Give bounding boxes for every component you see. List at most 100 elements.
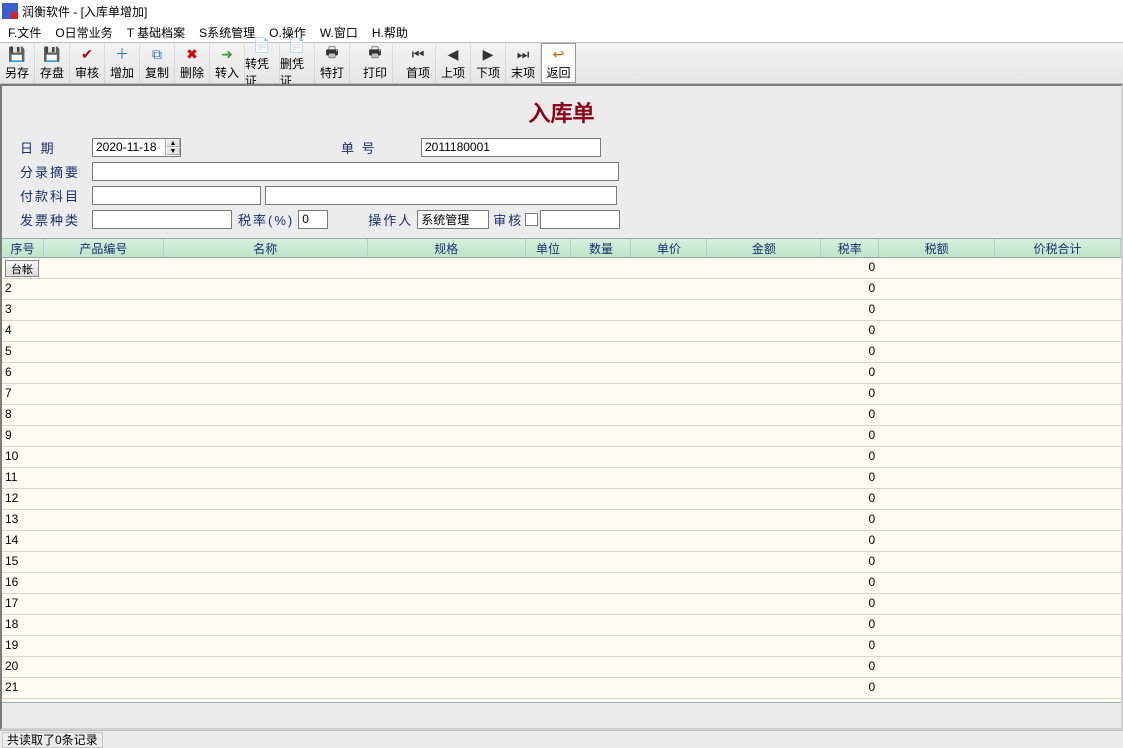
toolbar-首项[interactable]: ⏮首项 <box>401 43 436 83</box>
cell[interactable] <box>631 363 707 383</box>
cell[interactable] <box>164 678 368 698</box>
cell-rownum[interactable]: 10 <box>2 447 44 467</box>
cell[interactable] <box>995 279 1121 299</box>
cell[interactable] <box>631 468 707 488</box>
cell[interactable] <box>368 447 526 467</box>
date-field[interactable] <box>93 140 165 154</box>
invoice-input[interactable] <box>92 210 232 229</box>
table-row[interactable]: 100 <box>2 447 1121 468</box>
cell[interactable] <box>368 405 526 425</box>
cell-rownum[interactable]: 5 <box>2 342 44 362</box>
col-名称[interactable]: 名称 <box>164 239 368 257</box>
cell[interactable] <box>526 657 572 677</box>
cell-rownum[interactable]: 6 <box>2 363 44 383</box>
cell[interactable] <box>526 405 572 425</box>
cell[interactable] <box>631 657 707 677</box>
auditor-input[interactable] <box>540 210 620 229</box>
cell[interactable] <box>526 342 572 362</box>
table-row[interactable]: 140 <box>2 531 1121 552</box>
cell[interactable] <box>572 678 632 698</box>
operator-input[interactable] <box>417 210 489 229</box>
cell[interactable] <box>44 531 164 551</box>
col-规格[interactable]: 规格 <box>368 239 526 257</box>
col-税额[interactable]: 税额 <box>879 239 995 257</box>
cell[interactable] <box>44 594 164 614</box>
table-row[interactable]: 40 <box>2 321 1121 342</box>
cell[interactable] <box>995 468 1121 488</box>
cell[interactable] <box>44 342 164 362</box>
cell[interactable] <box>631 531 707 551</box>
col-价税合计[interactable]: 价税合计 <box>995 239 1121 257</box>
cell[interactable] <box>707 405 821 425</box>
cell-rownum[interactable]: 21 <box>2 678 44 698</box>
cell[interactable] <box>995 384 1121 404</box>
cell[interactable] <box>44 363 164 383</box>
cell[interactable] <box>526 468 572 488</box>
cell[interactable] <box>995 321 1121 341</box>
table-row[interactable]: 130 <box>2 510 1121 531</box>
cell[interactable] <box>572 300 632 320</box>
cell[interactable] <box>879 384 995 404</box>
cell[interactable] <box>44 300 164 320</box>
cell[interactable] <box>631 258 707 278</box>
cell-taxrate[interactable]: 0 <box>821 405 879 425</box>
cell[interactable] <box>879 363 995 383</box>
cell[interactable] <box>164 594 368 614</box>
cell-taxrate[interactable]: 0 <box>821 678 879 698</box>
cell[interactable] <box>995 426 1121 446</box>
cell[interactable] <box>707 489 821 509</box>
cell[interactable] <box>707 279 821 299</box>
cell[interactable] <box>164 552 368 572</box>
col-金额[interactable]: 金额 <box>707 239 821 257</box>
cell[interactable] <box>572 489 632 509</box>
cell[interactable] <box>572 363 632 383</box>
cell[interactable] <box>707 594 821 614</box>
cell[interactable] <box>526 426 572 446</box>
cell[interactable] <box>572 447 632 467</box>
cell[interactable] <box>995 594 1121 614</box>
cell[interactable] <box>631 384 707 404</box>
cell-taxrate[interactable]: 0 <box>821 279 879 299</box>
cell-rownum[interactable]: 18 <box>2 615 44 635</box>
cell[interactable] <box>368 468 526 488</box>
menu-item-2[interactable]: T 基础档案 <box>127 24 185 41</box>
cell-taxrate[interactable]: 0 <box>821 363 879 383</box>
cell[interactable] <box>44 573 164 593</box>
table-row[interactable]: 60 <box>2 363 1121 384</box>
cell[interactable] <box>44 405 164 425</box>
cell[interactable] <box>707 615 821 635</box>
cell[interactable] <box>526 279 572 299</box>
cell[interactable] <box>631 636 707 656</box>
cell[interactable] <box>164 573 368 593</box>
cell-rownum[interactable]: 4 <box>2 321 44 341</box>
table-row[interactable]: 70 <box>2 384 1121 405</box>
cell[interactable] <box>572 573 632 593</box>
toolbar-审核[interactable]: ✔审核 <box>70 43 105 83</box>
cell[interactable] <box>526 552 572 572</box>
cell[interactable] <box>368 594 526 614</box>
cell[interactable] <box>572 594 632 614</box>
cell-rownum[interactable]: 14 <box>2 531 44 551</box>
cell[interactable] <box>368 615 526 635</box>
cell[interactable] <box>164 489 368 509</box>
cell-taxrate[interactable]: 0 <box>821 573 879 593</box>
cell[interactable] <box>879 300 995 320</box>
cell[interactable] <box>879 573 995 593</box>
cell[interactable] <box>368 258 526 278</box>
cell[interactable] <box>572 279 632 299</box>
cell[interactable] <box>995 615 1121 635</box>
cell[interactable] <box>879 510 995 530</box>
cell[interactable] <box>368 342 526 362</box>
cell[interactable] <box>879 615 995 635</box>
toolbar-末项[interactable]: ⏭末项 <box>506 43 541 83</box>
cell[interactable] <box>44 552 164 572</box>
cell[interactable] <box>631 300 707 320</box>
cell[interactable] <box>707 573 821 593</box>
cell[interactable] <box>368 321 526 341</box>
cell-rownum[interactable]: 7 <box>2 384 44 404</box>
cell-taxrate[interactable]: 0 <box>821 342 879 362</box>
col-单价[interactable]: 单价 <box>631 239 707 257</box>
cell[interactable] <box>631 594 707 614</box>
cell[interactable] <box>572 426 632 446</box>
taxrate-input[interactable] <box>298 210 328 229</box>
